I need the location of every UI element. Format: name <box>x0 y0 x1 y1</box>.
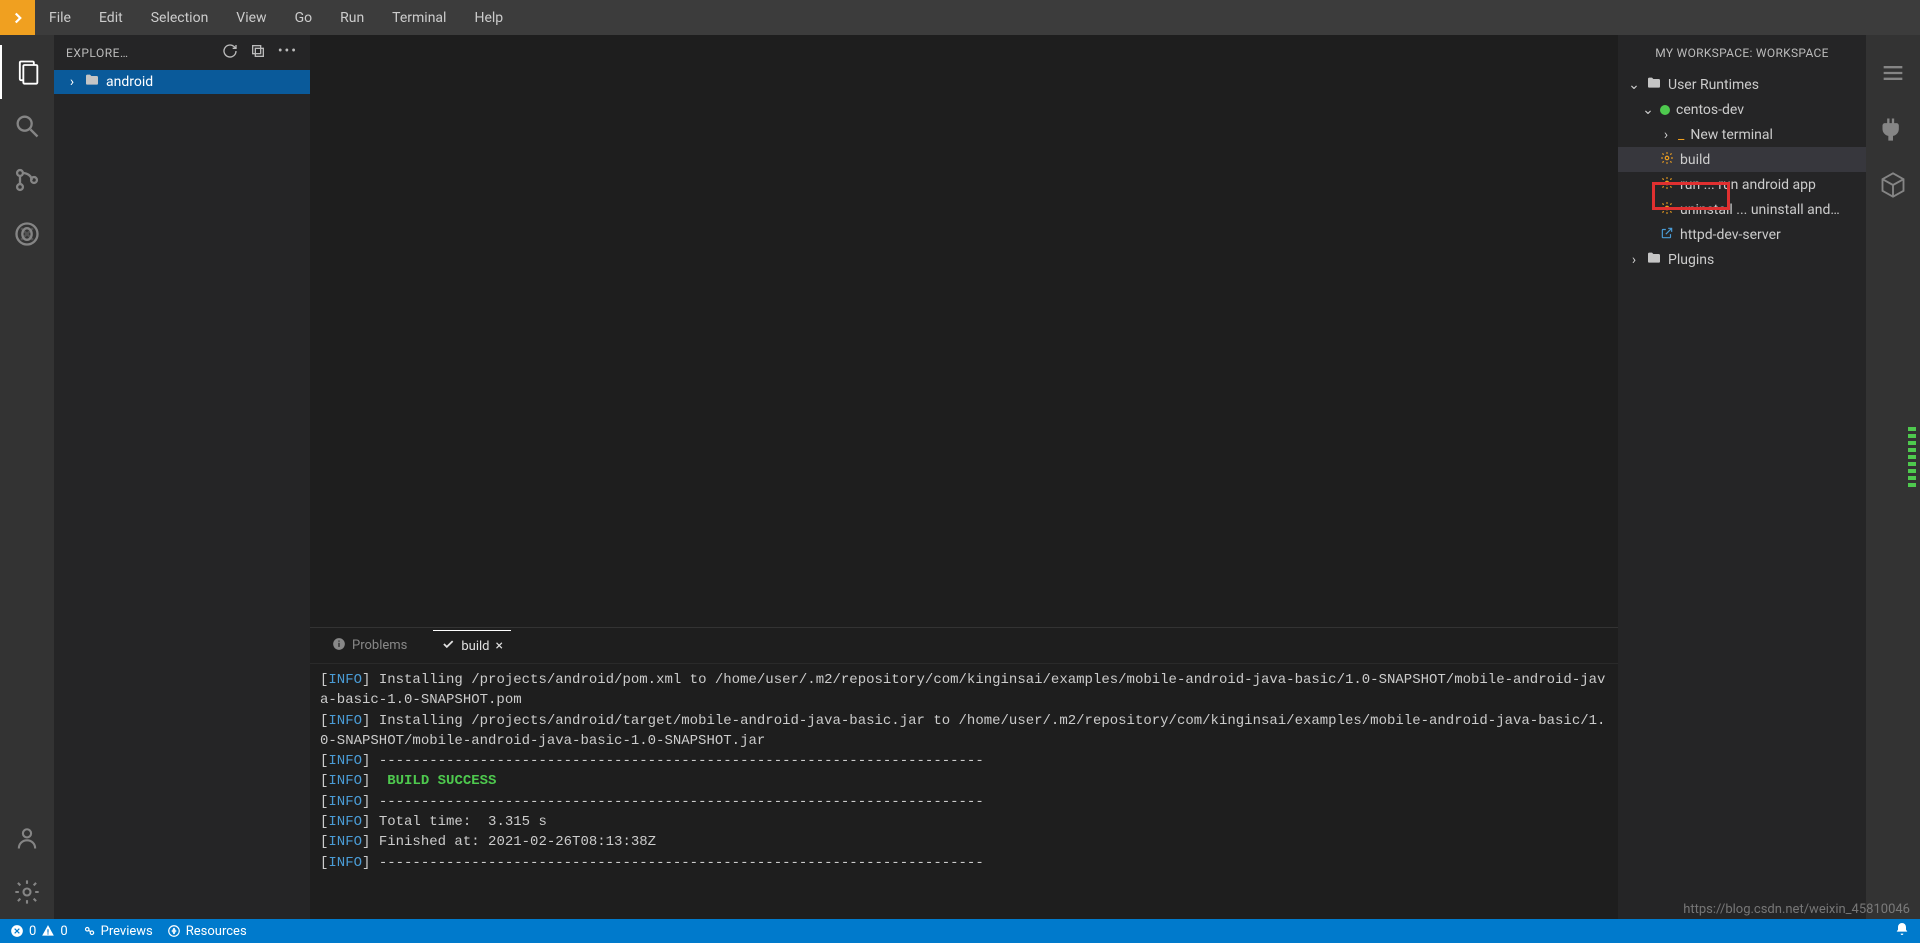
tree-item-android[interactable]: › android <box>54 70 310 94</box>
menu-run[interactable]: Run <box>326 0 378 35</box>
plug-icon[interactable] <box>1866 101 1920 157</box>
ws-item-label: New terminal <box>1690 127 1773 143</box>
folder-icon <box>1646 75 1662 95</box>
ws-item-label: User Runtimes <box>1668 77 1759 93</box>
source-control-icon[interactable] <box>0 153 54 207</box>
status-dot-icon <box>1660 105 1670 115</box>
chevron-right-icon: › <box>1628 252 1640 268</box>
scroll-indicator <box>1908 427 1916 487</box>
ws-item-label: Plugins <box>1668 252 1714 268</box>
ws-item-label: run ... run android app <box>1680 177 1816 193</box>
menu-selection[interactable]: Selection <box>137 0 223 35</box>
menubar: File Edit Selection View Go Run Terminal… <box>0 0 1920 35</box>
gear-icon <box>1660 201 1674 219</box>
status-label: Resources <box>186 924 247 939</box>
workspace-panel: MY WORKSPACE: WORKSPACE ⌄ User Runtimes … <box>1618 35 1866 919</box>
tab-build[interactable]: build × <box>433 630 511 661</box>
settings-icon[interactable] <box>0 865 54 919</box>
more-icon[interactable]: ••• <box>278 43 298 63</box>
chevron-down-icon: ⌄ <box>1628 77 1640 93</box>
cube-icon[interactable] <box>1866 157 1920 213</box>
menu-help[interactable]: Help <box>460 0 517 35</box>
collapse-icon[interactable] <box>250 43 266 63</box>
explorer-sidebar: EXPLORE… ••• › android <box>54 35 310 919</box>
list-icon[interactable] <box>1866 45 1920 101</box>
activitybar-right <box>1866 35 1920 919</box>
check-icon <box>441 637 455 655</box>
account-icon[interactable] <box>0 811 54 865</box>
status-resources[interactable]: Resources <box>167 924 247 939</box>
terminal-icon: _ <box>1678 127 1684 143</box>
chevron-right-icon: › <box>66 74 78 90</box>
bottom-panel: Problems build × [INFO] Installing /proj… <box>310 627 1618 919</box>
refresh-icon[interactable] <box>222 43 238 63</box>
ws-run[interactable]: run ... run android app <box>1618 172 1866 197</box>
explorer-icon[interactable] <box>0 45 54 99</box>
workspace-title: MY WORKSPACE: WORKSPACE <box>1618 35 1866 70</box>
statusbar: 0 0 Previews Resources <box>0 919 1920 943</box>
warning-count: 0 <box>60 924 67 939</box>
chevron-down-icon: ⌄ <box>1642 102 1654 118</box>
editor-area <box>310 35 1618 627</box>
ws-centos-dev[interactable]: ⌄ centos-dev <box>1618 97 1866 122</box>
menu-go[interactable]: Go <box>281 0 327 35</box>
error-count: 0 <box>29 924 36 939</box>
folder-icon <box>84 72 100 92</box>
tab-label: Problems <box>352 638 407 653</box>
ws-uninstall[interactable]: uninstall ... uninstall and… <box>1618 197 1866 222</box>
watermark: https://blog.csdn.net/weixin_45810046 <box>1683 902 1910 917</box>
gear-icon <box>1660 151 1674 169</box>
folder-icon <box>1646 250 1662 270</box>
close-icon[interactable]: × <box>495 638 502 654</box>
gear-icon <box>1660 176 1674 194</box>
menu-terminal[interactable]: Terminal <box>378 0 460 35</box>
status-previews[interactable]: Previews <box>82 924 153 939</box>
tab-problems[interactable]: Problems <box>324 631 415 661</box>
explorer-title: EXPLORE… <box>66 46 129 60</box>
ws-item-label: httpd-dev-server <box>1680 227 1781 243</box>
app-logo <box>0 0 35 35</box>
menu-edit[interactable]: Edit <box>85 0 137 35</box>
ws-new-terminal[interactable]: › _ New terminal <box>1618 122 1866 147</box>
chevron-right-icon: › <box>1660 127 1672 143</box>
info-icon <box>332 637 346 655</box>
ws-item-label: uninstall ... uninstall and… <box>1680 202 1840 218</box>
debug-icon[interactable] <box>0 207 54 261</box>
status-errors[interactable]: 0 0 <box>10 924 68 939</box>
ws-httpd[interactable]: httpd-dev-server <box>1618 222 1866 247</box>
external-link-icon <box>1660 226 1674 244</box>
ws-user-runtimes[interactable]: ⌄ User Runtimes <box>1618 72 1866 97</box>
menu-view[interactable]: View <box>222 0 280 35</box>
search-icon[interactable] <box>0 99 54 153</box>
ws-item-label: build <box>1680 152 1710 168</box>
activitybar-left <box>0 35 54 919</box>
tree-item-label: android <box>106 74 153 90</box>
terminal-output[interactable]: [INFO] Installing /projects/android/pom.… <box>310 664 1618 919</box>
status-label: Previews <box>101 924 153 939</box>
ws-item-label: centos-dev <box>1676 102 1744 118</box>
menu-file[interactable]: File <box>35 0 85 35</box>
tab-label: build <box>461 639 489 654</box>
main-area: Problems build × [INFO] Installing /proj… <box>310 35 1618 919</box>
bell-icon[interactable] <box>1894 921 1910 941</box>
ws-plugins[interactable]: › Plugins <box>1618 247 1866 272</box>
ws-build[interactable]: build <box>1618 147 1866 172</box>
